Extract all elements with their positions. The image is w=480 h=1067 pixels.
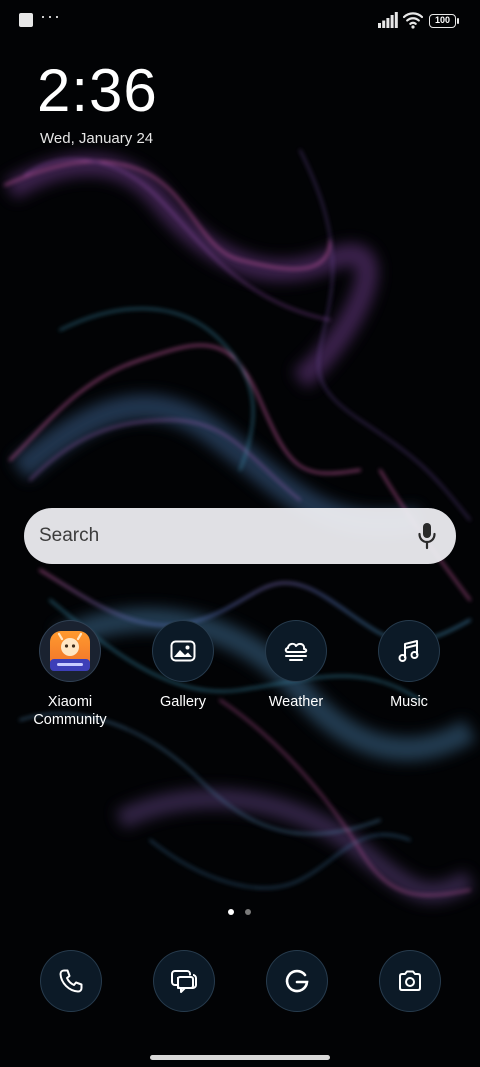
app-label: Weather <box>268 694 324 710</box>
app-label: Music <box>390 694 428 710</box>
battery-level: 100 <box>434 15 451 25</box>
music-icon <box>378 620 440 682</box>
app-music[interactable]: Music <box>354 620 464 711</box>
phone-icon <box>59 969 83 993</box>
clock-widget[interactable]: 2:36 <box>37 56 158 125</box>
more-notifications-icon: ··· <box>40 6 61 26</box>
search-bar[interactable]: Search <box>24 508 456 564</box>
camera-dock-button[interactable] <box>379 950 441 1012</box>
home-gesture-handle[interactable] <box>150 1055 330 1060</box>
app-label: Gallery <box>160 694 206 710</box>
google-dock-button[interactable] <box>266 950 328 1012</box>
search-placeholder: Search <box>39 525 100 546</box>
app-weather[interactable]: Weather <box>241 620 351 711</box>
phone-dock-button[interactable] <box>40 950 102 1012</box>
xiaomi-community-icon <box>39 620 101 682</box>
battery-icon: 100 <box>429 14 459 28</box>
notification-square-icon <box>19 13 33 27</box>
messages-dock-button[interactable] <box>153 950 215 1012</box>
gallery-icon <box>152 620 214 682</box>
page-indicator[interactable] <box>228 909 258 917</box>
page-dot-active[interactable] <box>228 909 234 915</box>
camera-icon <box>399 970 421 991</box>
date-text[interactable]: Wed, January 24 <box>40 130 153 147</box>
app-xiaomi-community[interactable]: Xiaomi Community <box>15 620 125 729</box>
weather-icon <box>265 620 327 682</box>
google-icon <box>285 969 309 993</box>
signal-icon <box>378 12 398 28</box>
status-bar: ··· 100 <box>0 0 480 44</box>
messages-icon <box>171 970 197 993</box>
wifi-icon <box>403 12 423 29</box>
app-gallery[interactable]: Gallery <box>128 620 238 711</box>
microphone-icon[interactable] <box>417 522 437 550</box>
page-dot[interactable] <box>245 909 251 915</box>
app-label: Xiaomi Community <box>33 694 107 728</box>
